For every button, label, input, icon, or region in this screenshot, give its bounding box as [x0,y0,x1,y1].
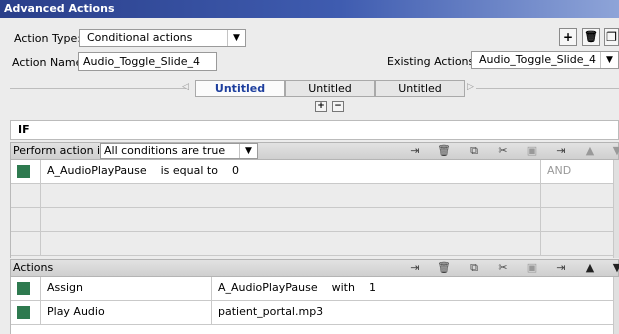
existing-actions-select[interactable]: Audio_Toggle_Slide_4 ▼ [471,51,619,69]
row-marker-icon [17,306,30,319]
empty-row[interactable] [11,208,619,232]
trash-icon[interactable]: 🗑 [436,144,452,158]
condition-value: 0 [231,164,239,177]
condition-operator: is equal to [160,164,218,177]
move-up-icon[interactable]: ▲ [582,261,598,275]
scroll-right-icon[interactable]: ▷ [467,82,474,92]
actions-grid: Assign A_AudioPlayPause with 1 Play Audi… [10,277,619,334]
trash-icon[interactable]: 🗑 [436,261,452,275]
action-type-label: Action Type: [14,32,81,45]
empty-cell [11,184,41,207]
action-target: A_AudioPlayPause [218,281,318,294]
tab-divider-left [10,88,186,89]
add-icon[interactable]: + [559,28,577,46]
existing-actions-value: Audio_Toggle_Slide_4 [479,53,596,66]
tab-divider-right [476,88,619,89]
empty-cell [541,184,615,207]
action-type-cell[interactable]: Play Audio [41,301,212,324]
empty-cell [11,208,41,231]
empty-cell [541,208,615,231]
empty-row[interactable] [11,232,619,256]
empty-cell [11,232,41,255]
existing-actions-label: Existing Actions: [387,55,478,68]
condition-logic[interactable]: AND [541,160,615,183]
action-target-cell[interactable]: patient_portal.mp3 [212,301,615,324]
conditions-grid: A_AudioPlayPause is equal to 0 AND [10,160,619,258]
insert-after-icon[interactable]: ⇥ [553,144,569,158]
action-name-field[interactable]: Audio_Toggle_Slide_4 [78,52,217,71]
condition-expression[interactable]: A_AudioPlayPause is equal to 0 [41,160,541,183]
action-type-cell[interactable]: Assign [41,277,212,300]
tab-untitled-3[interactable]: Untitled [375,80,465,97]
row-marker [11,160,41,183]
remove-tab-button[interactable]: − [332,101,344,112]
action-type-select[interactable]: Conditional actions ▼ [79,29,246,47]
actions-header: Actions [13,261,54,274]
insert-row-icon[interactable]: ⇥ [407,261,423,275]
row-marker-icon [17,165,30,178]
row-marker [11,277,41,300]
add-tab-button[interactable]: + [315,101,327,112]
action-target-cell[interactable]: A_AudioPlayPause with 1 [212,277,615,300]
action-value: 1 [368,281,376,294]
conditions-toolbar: Perform action if: All conditions are tr… [10,142,619,160]
action-row[interactable]: Play Audio patient_portal.mp3 [11,301,619,325]
actions-scrollbar[interactable] [613,277,619,334]
copy-icon[interactable]: ⧉ [466,261,482,275]
move-down-icon[interactable]: ▼ [609,144,619,158]
empty-cell [41,184,541,207]
copy-icon[interactable]: ⧉ [466,144,482,158]
perform-condition-select[interactable]: All conditions are true ▼ [100,143,258,159]
move-up-icon[interactable]: ▲ [582,144,598,158]
insert-after-icon[interactable]: ⇥ [553,261,569,275]
condition-row[interactable]: A_AudioPlayPause is equal to 0 AND [11,160,619,184]
action-name-label: Action Name: [12,56,87,69]
paste-icon[interactable]: ▣ [524,144,540,158]
empty-cell [41,232,541,255]
action-row[interactable]: Assign A_AudioPlayPause with 1 [11,277,619,301]
empty-row[interactable] [11,184,619,208]
chevron-down-icon[interactable]: ▼ [239,144,257,158]
row-marker [11,301,41,324]
condition-variable: A_AudioPlayPause [47,164,147,177]
empty-cell [541,232,615,255]
tab-untitled-1[interactable]: Untitled [195,80,285,97]
perform-action-label: Perform action if: [13,144,108,157]
actions-toolbar: Actions ⇥ 🗑 ⧉ ✂ ▣ ⇥ ▲ ▼ [10,259,619,277]
row-marker-icon [17,282,30,295]
conditions-scrollbar[interactable] [613,160,619,258]
trash-icon[interactable]: 🗑 [582,28,600,46]
scroll-left-icon[interactable]: ◁ [182,82,189,92]
insert-row-icon[interactable]: ⇥ [407,144,423,158]
empty-cell [41,208,541,231]
tab-untitled-2[interactable]: Untitled [285,80,375,97]
chevron-down-icon[interactable]: ▼ [600,52,618,68]
paste-icon[interactable]: ▣ [524,261,540,275]
action-with-label: with [331,281,355,294]
move-down-icon[interactable]: ▼ [609,261,619,275]
if-section-header: IF [10,120,619,140]
window-title: Advanced Actions [0,0,619,18]
chevron-down-icon[interactable]: ▼ [227,30,245,46]
action-type-value: Conditional actions [87,31,193,44]
duplicate-icon[interactable]: ❐ [604,28,619,46]
cut-icon[interactable]: ✂ [495,144,511,158]
cut-icon[interactable]: ✂ [495,261,511,275]
perform-condition-value: All conditions are true [104,144,226,157]
